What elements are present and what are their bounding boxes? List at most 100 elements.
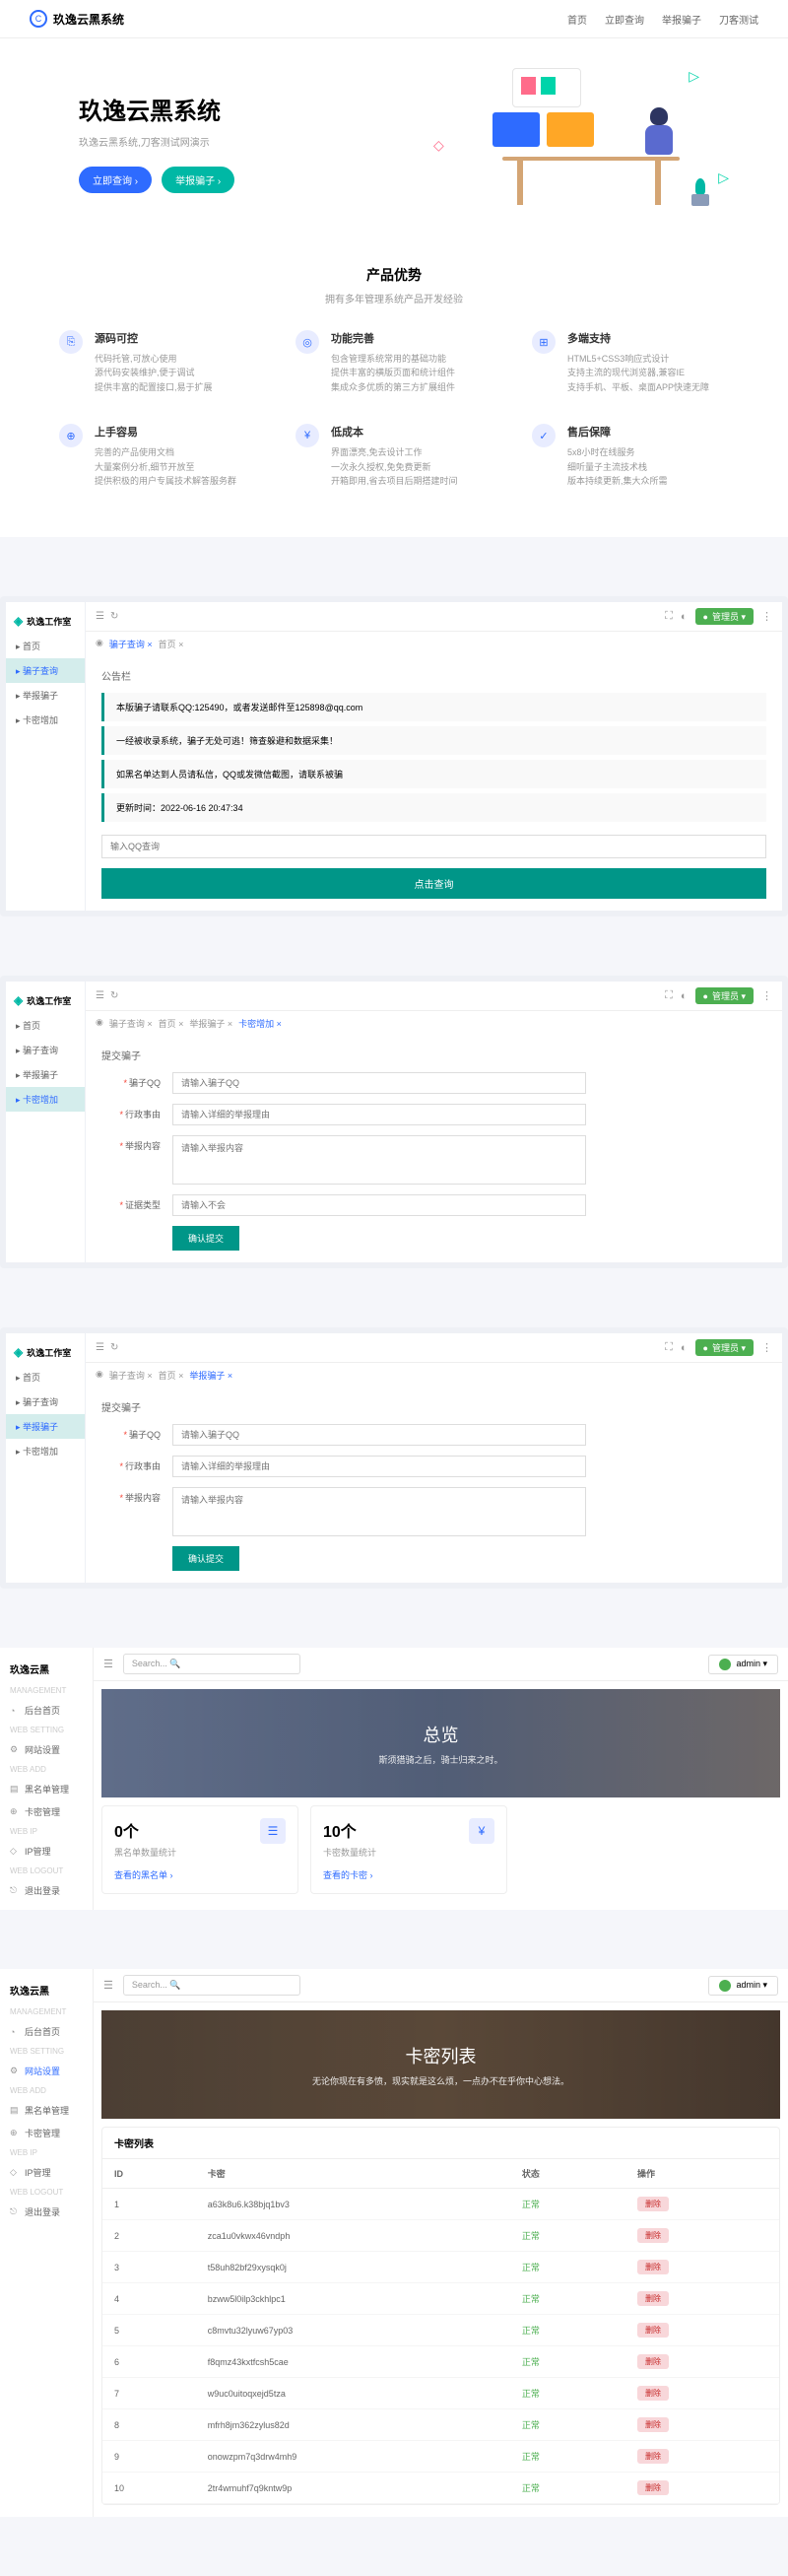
nav-link-query[interactable]: 立即查询 <box>605 12 644 27</box>
user-dropdown[interactable]: ●管理员 ▾ <box>695 608 754 625</box>
sidebar-item[interactable]: ▸ 卡密增加 <box>6 1087 85 1112</box>
sidebar-item[interactable]: ▸ 骗子查询 <box>6 658 85 683</box>
nav-link-test[interactable]: 刀客测试 <box>719 12 758 27</box>
user-dropdown[interactable]: admin ▾ <box>708 1655 778 1674</box>
theme-icon[interactable]: ◐ <box>681 611 688 623</box>
content-textarea[interactable] <box>172 1135 586 1185</box>
delete-button[interactable]: 删除 <box>637 2228 669 2243</box>
content-textarea[interactable] <box>172 1487 586 1536</box>
sidebar-item-list[interactable]: ▤黑名单管理 <box>0 1778 93 1800</box>
delete-button[interactable]: 删除 <box>637 2323 669 2338</box>
nav-link-report[interactable]: 举报骗子 <box>662 12 701 27</box>
user-dropdown[interactable]: ●管理员 ▾ <box>695 987 754 1004</box>
menu-icon[interactable]: ☰ <box>96 990 104 1001</box>
hero-query-button[interactable]: 立即查询 › <box>79 167 152 193</box>
search-input[interactable]: Search... 🔍 <box>123 1975 300 1996</box>
top-bar: ☰ ↻ ⛶ ◐ ●管理员 ▾ ⋮ <box>86 982 782 1011</box>
qq-input[interactable] <box>172 1072 586 1094</box>
refresh-icon[interactable]: ↻ <box>110 1342 118 1353</box>
table-header: ID <box>102 2159 196 2189</box>
submit-button[interactable]: 确认提交 <box>172 1546 239 1571</box>
sidebar-item[interactable]: ▸ 骗子查询 <box>6 1390 85 1414</box>
table-row: 6f8qmz43kxtfcsh5cae正常删除 <box>102 2346 779 2378</box>
sidebar-item-home[interactable]: ◔后台首页 <box>0 2020 93 2043</box>
breadcrumb-item[interactable]: 首页 × <box>159 638 184 650</box>
qq-input[interactable] <box>172 1424 586 1446</box>
sidebar-item-setting[interactable]: ⚙网站设置 <box>0 1738 93 1761</box>
sidebar-item-card[interactable]: ⊕卡密管理 <box>0 2122 93 2144</box>
delete-button[interactable]: 删除 <box>637 2197 669 2211</box>
main-content: ☰↻ ⛶ ◐ ●管理员 ▾ ⋮ ◉ 骗子查询 × 首页 × 举报骗子 × 提交骗… <box>86 1333 782 1583</box>
card-label: 黑名单数量统计 <box>114 1846 286 1859</box>
sidebar-item[interactable]: ▸ 骗子查询 <box>6 1038 85 1062</box>
table-row: 2zca1u0vkwx46vndph正常删除 <box>102 2220 779 2252</box>
qq-search-input[interactable] <box>101 835 766 858</box>
sidebar-item-logout[interactable]: ⎋退出登录 <box>0 2201 93 2223</box>
card-link[interactable]: 查看的卡密 › <box>323 1868 373 1881</box>
sidebar-item[interactable]: ▸ 举报骗子 <box>6 683 85 708</box>
search-input[interactable]: Search... 🔍 <box>123 1654 300 1674</box>
refresh-icon[interactable]: ↻ <box>110 611 118 622</box>
hero: 玖逸云黑系统 玖逸云黑系统,刀客测试网演示 立即查询 › 举报骗子 › ◇ ▷ … <box>0 38 788 245</box>
reason-input[interactable] <box>172 1104 586 1125</box>
sidebar-item[interactable]: ▸ 举报骗子 <box>6 1414 85 1439</box>
sidebar-item[interactable]: ▸ 卡密增加 <box>6 1439 85 1463</box>
delete-button[interactable]: 删除 <box>637 2417 669 2432</box>
sidebar-item[interactable]: ▸ 卡密增加 <box>6 708 85 732</box>
sidebar-item-list[interactable]: ▤黑名单管理 <box>0 2099 93 2122</box>
breadcrumb-item[interactable]: 骗子查询 × <box>109 1369 153 1382</box>
breadcrumb-item[interactable]: 举报骗子 × <box>189 1017 232 1030</box>
sidebar-item-ip[interactable]: ◇IP管理 <box>0 2161 93 2184</box>
fullscreen-icon[interactable]: ⛶ <box>665 1341 673 1354</box>
reason-input[interactable] <box>172 1456 586 1477</box>
menu-icon[interactable]: ☰ <box>96 611 104 622</box>
sidebar-item[interactable]: ▸ 首页 <box>6 1013 85 1038</box>
user-dropdown[interactable]: admin ▾ <box>708 1976 778 1996</box>
theme-icon[interactable]: ◐ <box>681 1342 688 1354</box>
type-input[interactable] <box>172 1194 586 1216</box>
hero-report-button[interactable]: 举报骗子 › <box>162 167 234 193</box>
sidebar-item[interactable]: ▸ 举报骗子 <box>6 1062 85 1087</box>
advantage-icon: ⎘ <box>59 330 83 354</box>
sidebar-item-card[interactable]: ⊕卡密管理 <box>0 1800 93 1823</box>
panel-icon <box>547 112 594 147</box>
more-icon[interactable]: ⋮ <box>761 610 772 623</box>
sidebar-item-home[interactable]: ◔后台首页 <box>0 1699 93 1722</box>
breadcrumb-item[interactable]: 首页 × <box>159 1369 184 1382</box>
refresh-icon[interactable]: ↻ <box>110 990 118 1001</box>
sidebar-item-ip[interactable]: ◇IP管理 <box>0 1840 93 1863</box>
delete-button[interactable]: 删除 <box>637 2260 669 2274</box>
card-link[interactable]: 查看的黑名单 › <box>114 1868 173 1881</box>
cell-key: 2tr4wmuhf7q9kntw9p <box>196 2473 510 2504</box>
sidebar-item[interactable]: ▸ 首页 <box>6 1365 85 1390</box>
delete-button[interactable]: 删除 <box>637 2480 669 2495</box>
menu-icon[interactable]: ☰ <box>103 1979 113 1992</box>
search-button[interactable]: 点击查询 <box>101 868 766 899</box>
delete-button[interactable]: 删除 <box>637 2354 669 2369</box>
nav-link-home[interactable]: 首页 <box>567 12 587 27</box>
breadcrumb-item[interactable]: 首页 × <box>159 1017 184 1030</box>
delete-button[interactable]: 删除 <box>637 2386 669 2401</box>
sidebar-item-logout[interactable]: ⎋退出登录 <box>0 1879 93 1902</box>
menu-icon[interactable]: ☰ <box>96 1342 104 1353</box>
sidebar-group-label: MANAGEMENT <box>0 1682 93 1699</box>
submit-button[interactable]: 确认提交 <box>172 1226 239 1251</box>
more-icon[interactable]: ⋮ <box>761 989 772 1002</box>
theme-icon[interactable]: ◐ <box>681 990 688 1002</box>
sidebar: ◈玖逸工作室 ▸ 首页▸ 骗子查询▸ 举报骗子▸ 卡密增加 <box>6 602 85 911</box>
sidebar-item-setting[interactable]: ⚙网站设置 <box>0 2060 93 2082</box>
breadcrumb-item[interactable]: 骗子查询 × <box>109 638 153 650</box>
delete-button[interactable]: 删除 <box>637 2449 669 2464</box>
card-icon: ¥ <box>469 1818 494 1844</box>
user-dropdown[interactable]: ●管理员 ▾ <box>695 1339 754 1356</box>
delete-button[interactable]: 删除 <box>637 2291 669 2306</box>
breadcrumb-item[interactable]: 举报骗子 × <box>189 1369 232 1382</box>
fullscreen-icon[interactable]: ⛶ <box>665 989 673 1002</box>
fullscreen-icon[interactable]: ⛶ <box>665 610 673 623</box>
table-row: 1a63k8u6.k38bjq1bv3正常删除 <box>102 2189 779 2220</box>
menu-icon[interactable]: ☰ <box>103 1658 113 1670</box>
breadcrumb-item[interactable]: 卡密增加 × <box>238 1017 282 1030</box>
more-icon[interactable]: ⋮ <box>761 1341 772 1354</box>
breadcrumb-item[interactable]: 骗子查询 × <box>109 1017 153 1030</box>
sidebar-item[interactable]: ▸ 首页 <box>6 634 85 658</box>
